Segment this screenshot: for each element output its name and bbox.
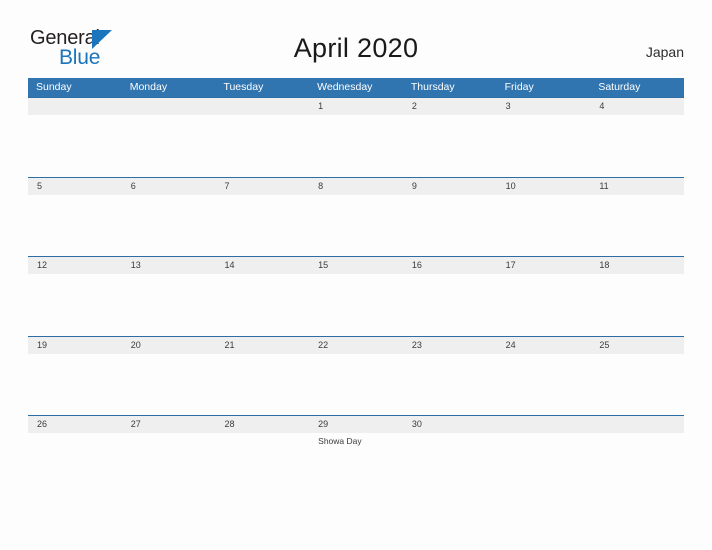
day-cell[interactable]: 16 <box>403 257 497 336</box>
day-cell[interactable]: 30 <box>403 416 497 495</box>
day-cell[interactable]: 19 <box>28 337 122 416</box>
week-row: 19 20 21 22 23 24 25 <box>28 335 684 416</box>
calendar-weeks: 1 2 3 4 5 6 7 8 9 10 11 12 13 14 15 16 17 18 19 20 21 22 23 24 2… <box>28 97 684 495</box>
day-cell[interactable]: 29 Showa Day <box>309 416 403 495</box>
day-number: 11 <box>599 180 609 191</box>
day-cell[interactable]: 8 <box>309 178 403 257</box>
weekday-header-friday: Friday <box>504 81 534 93</box>
week-row: 1 2 3 4 <box>28 97 684 177</box>
day-cell[interactable]: 1 <box>309 98 403 177</box>
day-cell[interactable]: 12 <box>28 257 122 336</box>
day-number: 8 <box>318 180 324 191</box>
day-number: 21 <box>224 339 235 350</box>
week-row: 26 27 28 29 Showa Day 30 <box>28 415 684 495</box>
page-header: General Blue April 2020 Japan <box>0 0 712 68</box>
day-cell[interactable]: 18 <box>590 257 684 336</box>
day-cell-empty <box>590 416 684 495</box>
day-number: 17 <box>505 260 516 270</box>
day-cell[interactable]: 3 <box>497 98 591 177</box>
weekday-header-wednesday: Wednesday <box>317 81 373 93</box>
page-title: April 2020 <box>293 33 419 63</box>
day-cell-empty <box>497 416 591 495</box>
week-row: 5 6 7 8 9 10 11 <box>28 176 684 257</box>
holiday-label: Showa Day <box>318 436 362 446</box>
weekday-header-row: Sunday Monday Tuesday Wednesday Thursday Frid… <box>28 78 684 97</box>
day-number: 30 <box>411 419 422 429</box>
day-number: 19 <box>37 339 48 350</box>
day-number: 7 <box>224 180 230 191</box>
day-cell[interactable]: 9 <box>403 178 497 257</box>
weekday-header-saturday: Saturday <box>598 81 641 93</box>
day-cell[interactable]: 2 <box>403 98 497 177</box>
day-cell[interactable]: 10 <box>497 178 591 257</box>
day-cell[interactable]: 21 <box>215 337 309 416</box>
day-number: 1 <box>318 101 324 111</box>
day-cell[interactable]: 23 <box>403 337 497 416</box>
day-cell[interactable]: 20 <box>122 337 216 416</box>
day-number: 9 <box>411 180 417 191</box>
day-number: 15 <box>318 260 329 270</box>
day-cell[interactable]: 22 <box>309 337 403 416</box>
day-number: 5 <box>37 180 43 191</box>
day-number: 4 <box>599 101 605 111</box>
day-number: 6 <box>130 180 136 191</box>
day-number: 2 <box>411 101 417 111</box>
day-events: Showa Day <box>318 433 403 447</box>
weekday-header-sunday: Sunday <box>36 81 72 93</box>
day-number: 14 <box>224 260 235 270</box>
day-number: 24 <box>505 339 516 350</box>
day-number: 12 <box>37 260 48 270</box>
day-cell-empty <box>215 98 309 177</box>
day-cell[interactable]: 17 <box>497 257 591 336</box>
day-cell[interactable]: 7 <box>215 178 309 257</box>
country-label: Japan <box>645 44 684 60</box>
day-cell[interactable]: 13 <box>122 257 216 336</box>
weekday-header-thursday: Thursday <box>410 81 455 93</box>
day-cell[interactable]: 27 <box>122 416 216 495</box>
day-number: 27 <box>130 419 141 429</box>
day-number: 29 <box>318 419 329 429</box>
day-cell[interactable]: 6 <box>122 178 216 257</box>
day-cell[interactable]: 24 <box>497 337 591 416</box>
week-row: 12 13 14 15 16 17 18 <box>28 256 684 336</box>
day-number: 13 <box>130 260 141 270</box>
day-cell[interactable]: 28 <box>215 416 309 495</box>
day-cell-empty <box>122 98 216 177</box>
day-number: 23 <box>411 339 422 350</box>
day-number: 25 <box>599 339 610 350</box>
day-number: 10 <box>505 180 516 191</box>
day-number: 3 <box>505 101 511 111</box>
weekday-header-tuesday: Tuesday <box>223 81 264 93</box>
day-cell[interactable]: 14 <box>215 257 309 336</box>
weekday-header-monday: Monday <box>129 81 168 93</box>
day-cell[interactable]: 15 <box>309 257 403 336</box>
day-cell[interactable]: 26 <box>28 416 122 495</box>
calendar-grid: Sunday Monday Tuesday Wednesday Thursday Frid… <box>28 78 684 495</box>
day-number: 18 <box>599 260 610 270</box>
day-cell[interactable]: 11 <box>590 178 684 257</box>
day-cell-empty <box>28 98 122 177</box>
day-number: 22 <box>318 339 329 350</box>
day-number: 26 <box>37 419 48 429</box>
day-number: 28 <box>224 419 235 429</box>
day-cell[interactable]: 25 <box>590 337 684 416</box>
day-number: 16 <box>411 260 422 270</box>
day-cell[interactable]: 4 <box>590 98 684 177</box>
day-cell[interactable]: 5 <box>28 178 122 257</box>
day-number: 20 <box>130 339 141 350</box>
